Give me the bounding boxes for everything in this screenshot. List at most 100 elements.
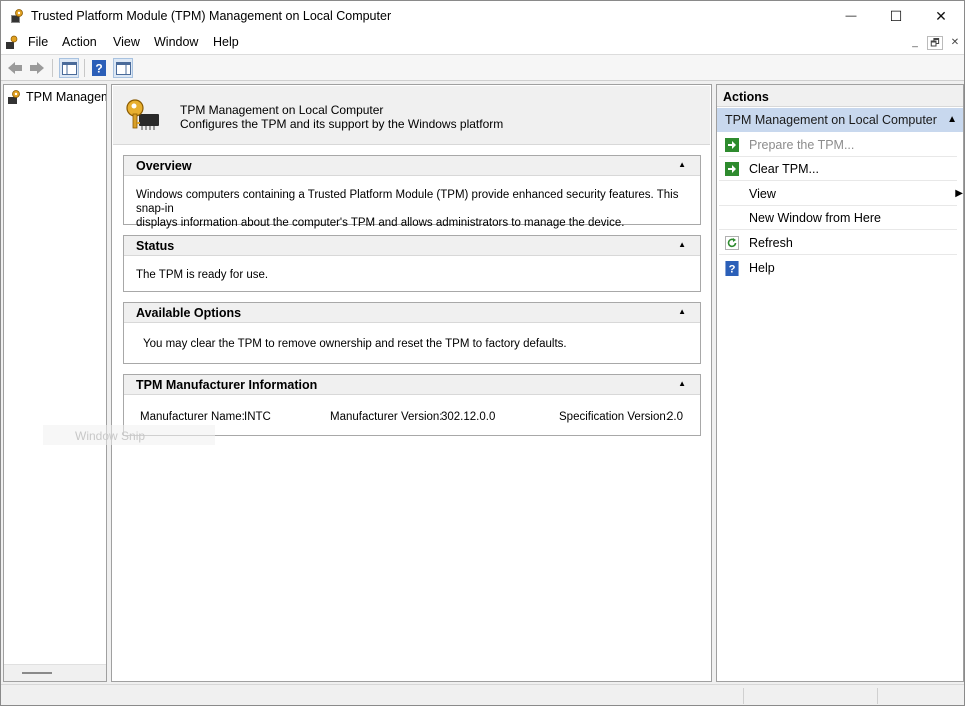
options-text: You may clear the TPM to remove ownershi…	[143, 338, 567, 350]
scrollbar-thumb[interactable]	[22, 672, 52, 674]
maximize-button[interactable]: ☐	[873, 1, 919, 31]
collapse-icon[interactable]: ▲	[947, 114, 957, 125]
mdi-minimize-button[interactable]: _	[907, 36, 923, 50]
title-bar: Trusted Platform Module (TPM) Management…	[1, 1, 964, 31]
action-label: Prepare the TPM...	[749, 138, 855, 152]
status-divider	[743, 688, 744, 704]
status-section: Status ▲ The TPM is ready for use.	[123, 235, 701, 292]
help-icon: ?	[92, 60, 106, 76]
help-icon: ?	[725, 261, 739, 276]
show-hide-console-tree-button[interactable]	[59, 58, 79, 78]
action-label: Help	[749, 261, 775, 275]
section-header[interactable]: Available Options ▲	[124, 303, 700, 323]
actions-header: Actions	[717, 85, 963, 107]
overview-section: Overview ▲ Windows computers containing …	[123, 155, 701, 229]
green-arrow-icon	[725, 138, 739, 152]
tree-horizontal-scrollbar[interactable]	[4, 664, 106, 681]
tpm-chip-key-icon	[126, 99, 159, 130]
action-label: New Window from Here	[749, 211, 881, 225]
action-help[interactable]: ? Help	[719, 256, 957, 280]
manufacturer-version-label: Manufacturer Version:	[330, 411, 443, 423]
section-title: Overview	[136, 159, 192, 173]
window-title: Trusted Platform Module (TPM) Management…	[31, 9, 392, 23]
overview-line: displays information about the computer'…	[136, 217, 625, 229]
action-new-window-from-here[interactable]: New Window from Here	[719, 206, 957, 230]
section-title: Status	[136, 239, 175, 253]
close-icon: ✕	[935, 7, 947, 24]
action-label: View	[749, 187, 776, 201]
action-label: Refresh	[749, 236, 793, 250]
show-hide-action-pane-button[interactable]	[113, 58, 133, 78]
minimize-icon: —	[845, 10, 857, 22]
action-clear-tpm[interactable]: Clear TPM...	[719, 157, 957, 181]
status-text: The TPM is ready for use.	[136, 269, 269, 281]
section-title: Available Options	[136, 306, 242, 320]
section-title: TPM Manufacturer Information	[136, 378, 318, 392]
actions-pane: Actions TPM Management on Local Computer…	[716, 84, 964, 682]
menu-action[interactable]: Action	[62, 35, 97, 49]
overview-text: Windows computers containing a Trusted P…	[136, 188, 700, 230]
svg-text:?: ?	[95, 62, 102, 76]
green-arrow-icon	[725, 162, 739, 176]
window-snip-ghost-tooltip: Window Snip	[43, 425, 215, 445]
svg-text:?: ?	[729, 264, 736, 276]
collapse-icon[interactable]: ▲	[678, 379, 686, 388]
menu-bar: File Action View Window Help _ 🗗 ✕	[1, 31, 964, 54]
tpm-key-icon	[11, 9, 23, 23]
snapin-header: TPM Management on Local Computer Configu…	[113, 86, 710, 145]
mdi-close-button[interactable]: ✕	[947, 36, 963, 50]
close-button[interactable]: ✕	[918, 1, 964, 31]
refresh-icon	[725, 236, 739, 250]
actions-group-header[interactable]: TPM Management on Local Computer ▲	[717, 108, 963, 132]
forward-button[interactable]	[27, 58, 47, 78]
snapin-subtitle: Configures the TPM and its support by th…	[180, 117, 504, 131]
status-bar	[1, 684, 964, 705]
available-options-section: Available Options ▲ You may clear the TP…	[123, 302, 701, 364]
toolbar-separator	[84, 59, 85, 77]
menu-view[interactable]: View	[113, 35, 140, 49]
console-tree-pane[interactable]: TPM Management on Local Computer	[3, 84, 107, 682]
back-button[interactable]	[5, 58, 25, 78]
help-toolbar-button[interactable]: ?	[89, 58, 109, 78]
section-header[interactable]: Status ▲	[124, 236, 700, 256]
maximize-icon: ☐	[889, 7, 903, 24]
action-pane-icon	[115, 61, 131, 75]
menu-file[interactable]: File	[28, 35, 48, 49]
collapse-icon[interactable]: ▲	[678, 240, 686, 249]
forward-arrow-icon	[30, 62, 44, 74]
minimize-button[interactable]: —	[828, 1, 874, 31]
manufacturer-version-value: 302.12.0.0	[441, 411, 496, 423]
section-header[interactable]: TPM Manufacturer Information ▲	[124, 375, 700, 395]
console-tree-icon	[61, 61, 77, 75]
toolbar: ?	[1, 54, 964, 81]
specification-version-label: Specification Version:	[559, 411, 669, 423]
collapse-icon[interactable]: ▲	[678, 160, 686, 169]
actions-group-label: TPM Management on Local Computer	[725, 113, 937, 127]
action-prepare-tpm[interactable]: Prepare the TPM...	[719, 133, 957, 157]
back-arrow-icon	[8, 62, 22, 74]
tree-item-tpm-management[interactable]: TPM Management on Local Computer	[6, 88, 106, 106]
specification-version-value: 2.0	[667, 411, 683, 423]
tree-item-label: TPM Management on Local Computer	[26, 90, 106, 104]
section-header[interactable]: Overview ▲	[124, 156, 700, 176]
status-divider	[877, 688, 878, 704]
collapse-icon[interactable]: ▲	[678, 307, 686, 316]
action-view[interactable]: View ▶	[719, 182, 963, 206]
overview-line: Windows computers containing a Trusted P…	[136, 189, 679, 215]
toolbar-separator	[52, 59, 53, 77]
manufacturer-name-value: INTC	[244, 411, 271, 423]
submenu-arrow-icon: ▶	[955, 188, 963, 199]
menu-help[interactable]: Help	[213, 35, 239, 49]
snapin-title: TPM Management on Local Computer	[180, 103, 384, 117]
result-pane: TPM Management on Local Computer Configu…	[111, 84, 712, 682]
action-refresh[interactable]: Refresh	[719, 231, 957, 255]
actions-header-label: Actions	[723, 90, 769, 104]
manufacturer-name-label: Manufacturer Name:	[140, 411, 245, 423]
action-label: Clear TPM...	[749, 162, 819, 176]
tpm-key-icon	[8, 90, 20, 104]
mmc-window: Trusted Platform Module (TPM) Management…	[0, 0, 965, 706]
mdi-restore-button[interactable]: 🗗	[927, 36, 943, 50]
manufacturer-info: Manufacturer Name: INTC Manufacturer Ver…	[124, 410, 700, 424]
menu-window[interactable]: Window	[154, 35, 198, 49]
system-menu-icon[interactable]	[5, 35, 19, 50]
